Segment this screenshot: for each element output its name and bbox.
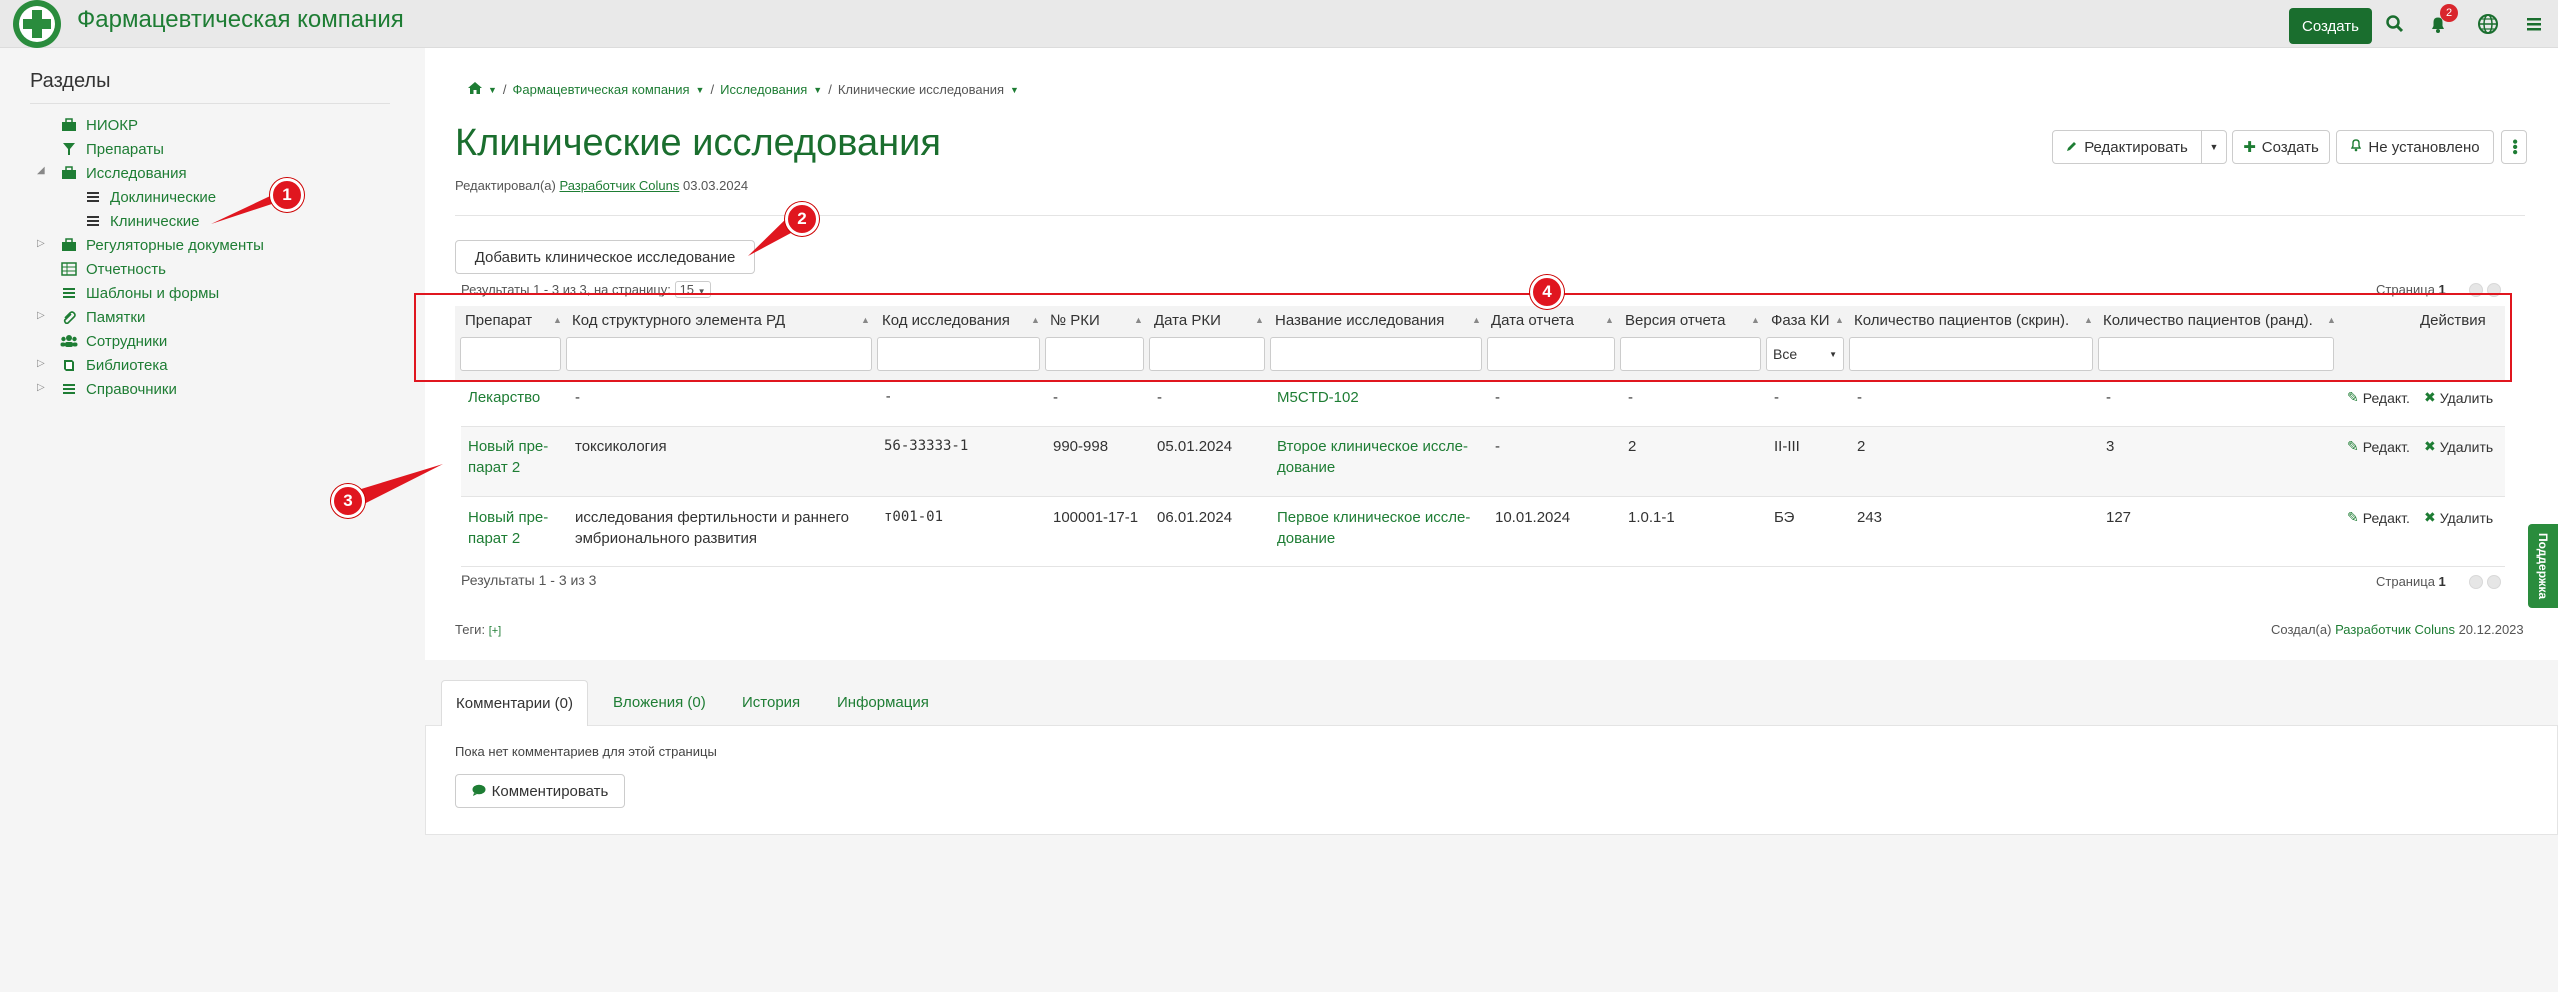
annotation-marker-2: 2 bbox=[785, 202, 819, 236]
annotation-marker-3: 3 bbox=[331, 484, 365, 518]
annotation-marker-4: 4 bbox=[1530, 275, 1564, 309]
annotation-marker-1: 1 bbox=[270, 178, 304, 212]
annotation-arrows bbox=[211, 189, 804, 509]
